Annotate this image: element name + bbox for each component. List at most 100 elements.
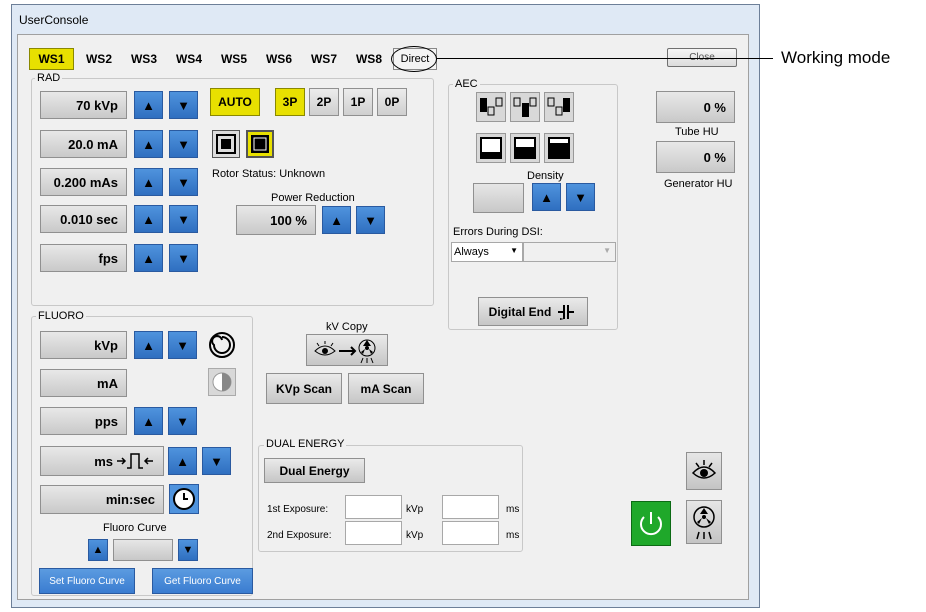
- rad-ma-up-button[interactable]: ▲: [134, 130, 163, 158]
- rad-mas-value[interactable]: 0.200 mAs: [40, 168, 127, 196]
- mode-1p-button[interactable]: 1P: [343, 88, 373, 116]
- fluoro-pps-down-button[interactable]: ▼: [168, 407, 197, 435]
- fluoro-prep-button[interactable]: [686, 452, 722, 490]
- density-low-button[interactable]: [476, 133, 506, 163]
- set-fluoro-curve-button[interactable]: Set Fluoro Curve: [39, 568, 135, 594]
- tab-ws2[interactable]: WS2: [78, 48, 120, 70]
- fluoro-kvp-down-button[interactable]: ▼: [168, 331, 197, 359]
- power-reduction-up-button[interactable]: ▲: [322, 206, 351, 234]
- rad-kvp-down-button[interactable]: ▼: [169, 91, 198, 119]
- fluoro-ms-down-button[interactable]: ▼: [202, 447, 231, 475]
- get-fluoro-curve-button[interactable]: Get Fluoro Curve: [152, 568, 253, 594]
- rad-sec-value[interactable]: 0.010 sec: [40, 205, 127, 233]
- first-exposure-kvp-input[interactable]: [345, 495, 402, 519]
- arrow-up-icon: ▲: [142, 174, 155, 190]
- tab-ws1[interactable]: WS1: [29, 48, 74, 70]
- density-value[interactable]: [473, 183, 524, 213]
- mode-auto-button[interactable]: AUTO: [210, 88, 260, 116]
- tab-ws4[interactable]: WS4: [168, 48, 210, 70]
- large-focus-icon: [251, 135, 269, 153]
- first-exposure-kvp-unit: kVp: [406, 504, 424, 515]
- rad-fps-value[interactable]: fps: [40, 244, 127, 272]
- title-bar[interactable]: UserConsole: [12, 5, 759, 34]
- fluoro-curve-label: Fluoro Curve: [103, 522, 167, 534]
- rad-mas-up-button[interactable]: ▲: [134, 168, 163, 196]
- rad-fps-up-button[interactable]: ▲: [134, 244, 163, 272]
- fluoro-ms-up-button[interactable]: ▲: [168, 447, 197, 475]
- dual-energy-button[interactable]: Dual Energy: [264, 458, 365, 483]
- aec-field-left-button[interactable]: [476, 92, 506, 122]
- power-reduction-down-button[interactable]: ▼: [356, 206, 385, 234]
- chamber-right-icon: [547, 97, 570, 116]
- rad-title: RAD: [35, 72, 63, 84]
- density-high-button[interactable]: [544, 133, 574, 163]
- mode-2p-button[interactable]: 2P: [309, 88, 339, 116]
- rad-kvp-value[interactable]: 70 kVp: [40, 91, 127, 119]
- rad-kvp-up-button[interactable]: ▲: [134, 91, 163, 119]
- kv-copy-button[interactable]: [306, 334, 388, 366]
- fluoro-minsec-value[interactable]: min:sec: [40, 485, 164, 514]
- fluoro-kvp-up-button[interactable]: ▲: [134, 331, 163, 359]
- first-exposure-ms-input[interactable]: [442, 495, 499, 519]
- rad-ma-down-button[interactable]: ▼: [169, 130, 198, 158]
- second-exposure-ms-input[interactable]: [442, 521, 499, 545]
- fluoro-curve-up-button[interactable]: ▲: [88, 539, 108, 561]
- kv-copy-icon: [314, 339, 376, 364]
- exposure-button[interactable]: [686, 500, 722, 544]
- rad-sec-up-button[interactable]: ▲: [134, 205, 163, 233]
- errors-during-dsi-select[interactable]: Always ▼: [451, 242, 523, 262]
- arrow-down-icon: ▼: [574, 189, 587, 205]
- ma-scan-button[interactable]: mA Scan: [348, 373, 424, 404]
- fluoro-contrast-button[interactable]: [208, 368, 236, 396]
- arrow-up-icon: ▲: [540, 189, 553, 205]
- aec-field-right-button[interactable]: [544, 92, 574, 122]
- arrow-up-icon: ▲: [330, 212, 343, 228]
- digital-end-button[interactable]: Digital End: [478, 297, 588, 326]
- arrow-down-icon: ▼: [177, 174, 190, 190]
- tab-ws7[interactable]: WS7: [303, 48, 345, 70]
- window-title: UserConsole: [19, 13, 89, 27]
- density-medium-button[interactable]: [510, 133, 540, 163]
- density-low-icon: [480, 137, 502, 159]
- rad-ma-value[interactable]: 20.0 mA: [40, 130, 127, 158]
- pulse-width-icon: [117, 453, 153, 469]
- fluoro-curve-down-button[interactable]: ▼: [178, 539, 198, 561]
- aec-field-center-button[interactable]: [510, 92, 540, 122]
- mode-0p-button[interactable]: 0P: [377, 88, 407, 116]
- fluoro-curve-value[interactable]: [113, 539, 173, 561]
- mode-3p-button[interactable]: 3P: [275, 88, 305, 116]
- density-medium-icon: [514, 137, 536, 159]
- focus-small-button[interactable]: [212, 130, 240, 158]
- density-up-button[interactable]: ▲: [532, 183, 561, 211]
- tab-ws3[interactable]: WS3: [123, 48, 165, 70]
- fluoro-timer-button[interactable]: [169, 484, 199, 514]
- power-button[interactable]: [631, 501, 671, 546]
- second-exposure-kvp-input[interactable]: [345, 521, 402, 545]
- kvp-scan-button[interactable]: KVp Scan: [266, 373, 342, 404]
- rad-sec-down-button[interactable]: ▼: [169, 205, 198, 233]
- fluoro-ms-value[interactable]: ms: [40, 446, 164, 476]
- secondary-select[interactable]: ▼: [523, 242, 616, 262]
- eye-icon: [691, 460, 717, 479]
- power-reduction-value[interactable]: 100 %: [236, 205, 316, 235]
- annotation-line: [437, 58, 773, 59]
- errors-during-dsi-label: Errors During DSI:: [453, 226, 543, 238]
- arrow-down-icon: ▼: [182, 544, 194, 556]
- tab-ws5[interactable]: WS5: [213, 48, 255, 70]
- fluoro-pps-value[interactable]: pps: [40, 407, 127, 435]
- tab-ws6[interactable]: WS6: [258, 48, 300, 70]
- chamber-left-icon: [480, 97, 503, 116]
- tube-hu-label: Tube HU: [675, 126, 719, 138]
- fluoro-kvp-value[interactable]: kVp: [40, 331, 127, 359]
- rad-mas-down-button[interactable]: ▼: [169, 168, 198, 196]
- density-down-button[interactable]: ▼: [566, 183, 595, 211]
- arrow-up-icon: ▲: [142, 136, 155, 152]
- rad-fps-down-button[interactable]: ▼: [169, 244, 198, 272]
- fluoro-ma-value[interactable]: mA: [40, 369, 127, 397]
- fluoro-pps-up-button[interactable]: ▲: [134, 407, 163, 435]
- fluoro-spiral-button[interactable]: [207, 330, 237, 360]
- arrow-down-icon: ▼: [210, 453, 223, 469]
- power-reduction-label: Power Reduction: [271, 192, 355, 204]
- tab-ws8[interactable]: WS8: [348, 48, 390, 70]
- focus-large-button[interactable]: [246, 130, 274, 158]
